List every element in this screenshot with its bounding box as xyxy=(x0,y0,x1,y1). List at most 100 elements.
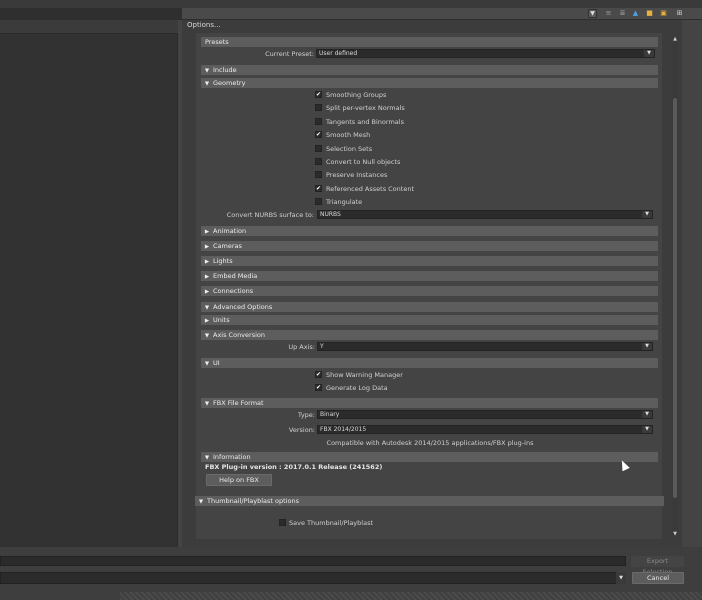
go-up-icon[interactable]: ▲ xyxy=(631,9,640,18)
scroll-down-icon[interactable]: ▼ xyxy=(672,531,678,537)
new-folder-icon[interactable]: ▣ xyxy=(659,9,668,18)
folder-icon[interactable]: ■ xyxy=(645,9,654,18)
compatibility-note: Compatible with Autodesk 2014/2015 appli… xyxy=(326,439,534,447)
thumbnail-view-icon[interactable]: ⊞ xyxy=(675,9,684,18)
section-header-label: Cameras xyxy=(213,242,242,250)
geometry-header[interactable]: ▼ Geometry xyxy=(201,78,658,88)
expanded-arrow-icon: ▼ xyxy=(204,305,210,311)
file-type-field[interactable] xyxy=(0,572,626,584)
toolbar-left-field xyxy=(0,8,182,20)
file-type-chevron-icon[interactable]: ▼ xyxy=(616,572,626,584)
geometry-option-label: Split per-vertex Normals xyxy=(326,104,405,112)
detail-view-icon[interactable]: ≣ xyxy=(618,9,627,18)
units-header-label: Units xyxy=(213,316,230,324)
nurbs-label: Convert NURBS surface to: xyxy=(226,211,314,219)
geometry-option-label: Referenced Assets Content xyxy=(326,185,414,193)
ui-option-checkbox[interactable]: ✔ xyxy=(315,384,322,391)
collapsed-arrow-icon: ▶ xyxy=(204,244,210,250)
help-on-fbx-button[interactable]: Help on FBX xyxy=(206,474,272,486)
section-header-lights[interactable]: ▶ Lights xyxy=(201,256,658,266)
geometry-option-checkbox[interactable] xyxy=(315,145,322,152)
geometry-option-label: Smoothing Groups xyxy=(326,91,387,99)
section-header-embed-media[interactable]: ▶ Embed Media xyxy=(201,271,658,281)
geometry-option-checkbox[interactable] xyxy=(315,158,322,165)
include-header-label: Include xyxy=(213,66,237,74)
axis-conversion-label: Axis Conversion xyxy=(213,331,265,339)
expanded-arrow-icon: ▼ xyxy=(204,401,210,407)
cancel-button[interactable]: Cancel xyxy=(632,572,684,584)
geometry-option-checkbox[interactable] xyxy=(315,118,322,125)
expanded-arrow-icon: ▼ xyxy=(204,68,210,74)
plugin-version-text: FBX Plug-in version : 2017.0.1 Release (… xyxy=(205,463,383,471)
collapsed-arrow-icon: ▶ xyxy=(204,259,210,265)
version-dropdown[interactable]: FBX 2014/2015 ▼ xyxy=(317,425,653,434)
geometry-option-checkbox[interactable]: ✔ xyxy=(315,91,322,98)
type-value: Binary xyxy=(320,411,340,418)
collapsed-arrow-icon: ▶ xyxy=(204,274,210,280)
fbx-file-format-label: FBX File Format xyxy=(213,399,264,407)
ui-header[interactable]: ▼ UI xyxy=(201,358,658,368)
geometry-option-checkbox[interactable] xyxy=(315,198,322,205)
scrollbar-thumb[interactable] xyxy=(673,98,677,498)
geometry-option-checkbox[interactable]: ✔ xyxy=(315,185,322,192)
geometry-option-label: Smooth Mesh xyxy=(326,131,371,139)
geometry-option-label: Selection Sets xyxy=(326,145,373,153)
bottom-resize-strip xyxy=(120,592,702,600)
current-preset-dropdown[interactable]: User defined ▼ xyxy=(316,49,655,58)
fbx-file-format-header[interactable]: ▼ FBX File Format xyxy=(201,398,658,408)
geometry-option-checkbox[interactable]: ✔ xyxy=(315,131,322,138)
scroll-up-icon[interactable]: ▲ xyxy=(672,36,678,42)
save-thumbnail-label: Save Thumbnail/Playblast xyxy=(289,519,373,527)
file-browser-panel xyxy=(0,20,178,547)
expanded-arrow-icon: ▼ xyxy=(204,361,210,367)
file-browser-header xyxy=(0,20,178,34)
section-header-label: Animation xyxy=(213,227,247,235)
collapsed-arrow-icon: ▶ xyxy=(204,289,210,295)
options-title: Options... xyxy=(187,21,221,29)
section-header-label: Embed Media xyxy=(213,272,258,280)
version-value: FBX 2014/2015 xyxy=(320,426,367,433)
thumbnail-options-label: Thumbnail/Playblast options xyxy=(207,497,299,505)
chevron-down-icon: ▼ xyxy=(644,50,654,57)
current-preset-label: Current Preset: xyxy=(265,50,314,58)
geometry-option-checkbox[interactable] xyxy=(315,104,322,111)
save-thumbnail-checkbox[interactable] xyxy=(279,519,286,526)
geometry-option-label: Convert to Null objects xyxy=(326,158,401,166)
information-header[interactable]: ▼ Information xyxy=(201,452,658,462)
geometry-option-checkbox[interactable] xyxy=(315,171,322,178)
ui-option-checkbox[interactable]: ✔ xyxy=(315,371,322,378)
section-header-animation[interactable]: ▶ Animation xyxy=(201,226,658,236)
section-header-label: Connections xyxy=(213,287,254,295)
type-dropdown[interactable]: Binary ▼ xyxy=(317,410,653,419)
ui-header-label: UI xyxy=(213,359,220,367)
advanced-options-header[interactable]: ▼ Advanced Options xyxy=(201,302,658,312)
expanded-arrow-icon: ▼ xyxy=(204,81,210,87)
thumbnail-options-header[interactable]: ▼ Thumbnail/Playblast options xyxy=(195,496,664,506)
up-axis-dropdown[interactable]: Y ▼ xyxy=(317,342,653,351)
nurbs-value: NURBS xyxy=(320,211,341,218)
section-header-cameras[interactable]: ▶ Cameras xyxy=(201,241,658,251)
export-selection-button[interactable]: Export Selection xyxy=(631,556,684,576)
geometry-option-label: Triangulate xyxy=(326,198,363,206)
include-header[interactable]: ▼ Include xyxy=(201,65,658,75)
section-header-connections[interactable]: ▶ Connections xyxy=(201,286,658,296)
type-label: Type: xyxy=(297,411,315,419)
presets-header[interactable]: Presets xyxy=(201,37,658,47)
collapsed-arrow-icon: ▶ xyxy=(204,229,210,235)
axis-conversion-header[interactable]: ▼ Axis Conversion xyxy=(201,330,658,340)
list-view-icon[interactable]: ≡ xyxy=(604,9,613,18)
section-header-label: Lights xyxy=(213,257,233,265)
units-header[interactable]: ▶ Units xyxy=(201,315,658,325)
ui-option-label: Show Warning Manager xyxy=(326,371,403,379)
geometry-option-label: Tangents and Binormals xyxy=(326,118,404,126)
file-name-field[interactable] xyxy=(0,556,626,566)
chevron-down-icon: ▼ xyxy=(642,343,652,350)
advanced-options-label: Advanced Options xyxy=(213,303,273,311)
toolbar-dropdown-arrow-icon[interactable]: ▼ xyxy=(588,9,597,18)
presets-header-label: Presets xyxy=(205,38,229,46)
chevron-down-icon: ▼ xyxy=(642,211,652,218)
up-axis-value: Y xyxy=(320,343,324,350)
expanded-arrow-icon: ▼ xyxy=(204,455,210,461)
ui-option-label: Generate Log Data xyxy=(326,384,388,392)
nurbs-dropdown[interactable]: NURBS ▼ xyxy=(317,210,653,219)
